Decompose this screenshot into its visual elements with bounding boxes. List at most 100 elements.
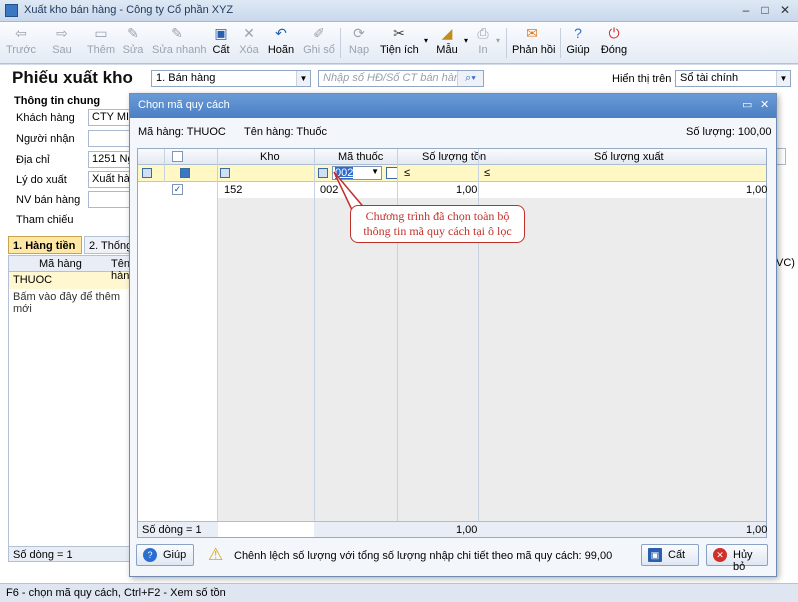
window-title: Xuất kho bán hàng - Công ty Cổ phần XYZ [24,4,234,16]
tools-dropdown-icon[interactable]: ▾ [422,36,430,45]
cell-export-qty: 1,00 [746,184,768,196]
table-row[interactable]: ✓ 152 002 1,00 1,00 [138,182,768,198]
general-section-title: Thông tin chung [14,95,101,107]
maximize-icon[interactable]: □ [757,3,773,17]
template-button[interactable]: ◢ Mẫu [434,25,460,56]
column-warehouse: Kho [260,151,280,163]
row-checkbox[interactable]: ✓ [172,184,183,195]
export-total: 1,00 [746,524,768,536]
warning-text: Chênh lệch số lượng với tổng số lượng nh… [234,550,613,562]
delete-button[interactable]: ✕ Xóa [236,25,262,56]
address-field[interactable]: 1251 Ngu [88,151,130,168]
help-icon: ? [143,548,157,562]
reference-label: Tham chiếu [16,214,74,226]
minimize-icon[interactable]: – [738,3,754,17]
tab-goods-money[interactable]: 1. Hàng tiền [8,236,82,254]
tools-icon: ✂ [393,25,405,41]
toolbar-divider [560,28,561,58]
arrow-right-icon: ⇨ [56,25,68,41]
goods-grid-header: Mã hàng Tên hàng [9,256,135,282]
goods-grid-footer: Số dòng = 1 [8,546,130,562]
dialog-cancel-button[interactable]: ✕ Hủy bỏ [706,544,768,573]
stock-filter-operator[interactable]: ≤ [404,167,410,179]
chevron-down-icon[interactable]: ▼ [296,71,310,86]
quick-edit-icon: ✎ [171,25,183,41]
close-window-icon[interactable]: ✕ [777,3,793,17]
receiver-label: Người nhận [16,133,75,145]
dialog-save-button[interactable]: ▣ Cất [641,544,699,566]
toolbar: ⇦ Trước ⇨ Sau ▭ Thêm ✎ Sửa ✎ Sửa nhanh ▣ Cất ✕… [0,22,798,64]
close-icon[interactable]: ✕ [760,98,769,111]
export-filter-operator[interactable]: ≤ [484,167,490,179]
print-dropdown-icon[interactable]: ▾ [494,36,502,45]
customer-field[interactable]: CTY MIN [88,109,130,126]
display-book-combo[interactable]: Sổ tài chính ▼ [675,70,791,87]
column-item-code: Mã hàng [39,258,82,270]
warning-icon: ⚠ [208,545,224,564]
dialog-titlebar: Chọn mã quy cách ▭ ✕ [130,94,776,118]
row-count: Số dòng = 1 [142,524,202,536]
page-title: Phiếu xuất kho [12,68,133,87]
template-dropdown-icon[interactable]: ▾ [462,36,470,45]
edit-icon: ✎ [127,25,139,41]
filter-icon[interactable] [318,168,328,178]
undo-button[interactable]: ↶ Hoãn [266,25,296,56]
feedback-button[interactable]: ✉ Phản hồi [512,25,555,56]
help-icon: ? [574,25,582,41]
arrow-left-icon: ⇦ [15,25,27,41]
salesperson-field[interactable] [88,191,130,208]
item-name-label: Tên hàng: Thuốc [244,126,327,138]
filter-icon[interactable] [220,168,230,178]
maximize-icon[interactable]: ▭ [742,98,752,111]
callout-annotation: Chương trình đã chọn toàn bộ thông tin m… [350,205,525,243]
close-icon: ⏻ [608,25,620,41]
help-button[interactable]: ? Giúp [566,25,590,56]
filter-icon[interactable] [142,168,152,178]
spec-grid-footer: Số dòng = 1 1,00 1,00 [138,521,768,537]
hidden-column-header: VC) [776,257,795,269]
receiver-field[interactable] [88,130,130,147]
save-icon: ▣ [214,25,228,41]
print-button[interactable]: ⎙ In [474,25,492,56]
add-button[interactable]: ▭ Thêm [86,25,116,56]
tools-button[interactable]: ✂ Tiện ích [380,25,419,56]
toolbar-divider [340,28,341,58]
cell-stock-qty: 1,00 [456,184,478,196]
edit-button[interactable]: ✎ Sửa [120,25,146,56]
next-button[interactable]: ⇨ Sau [48,25,76,56]
delete-icon: ✕ [243,25,255,41]
item-code-label: Mã hàng: THUOC [138,126,226,138]
invoice-search-input[interactable]: Nhập số HĐ/Số CT bán hàng ⌕▾ [318,70,484,87]
goods-grid: Mã hàng Tên hàng THUOC Bấm vào đây để thê… [8,255,135,562]
add-new-row[interactable]: Bấm vào đây để thêm mới [9,289,129,315]
save-icon: ▣ [648,548,662,562]
column-export-qty: Số lượng xuất [594,151,664,163]
undo-icon: ↶ [275,25,287,41]
reload-icon: ⟳ [353,25,365,41]
status-bar: F6 - chọn mã quy cách, Ctrl+F2 - Xem số … [0,583,798,602]
cancel-icon: ✕ [713,548,727,562]
post-button[interactable]: ✐ Ghi sổ [302,25,336,56]
reload-button[interactable]: ⟳ Nạp [346,25,372,56]
dialog-help-button[interactable]: ? Giúp [136,544,194,566]
select-all-checkbox[interactable] [172,151,183,162]
post-icon: ✐ [313,25,325,41]
close-button[interactable]: ⏻ Đóng [600,25,628,56]
save-button[interactable]: ▣ Cất [208,25,234,56]
voucher-type-combo[interactable]: 1. Bán hàng ▼ [151,70,311,87]
filter-row: 002 ▼ ≤ ≤ [138,165,766,182]
chevron-down-icon[interactable]: ▼ [776,71,790,86]
filter-icon[interactable] [180,168,190,178]
salesperson-label: NV bán hàng [16,194,81,206]
reason-label: Lý do xuất [16,174,67,186]
prev-button[interactable]: ⇦ Trước [6,25,36,56]
chevron-down-icon[interactable]: ▼ [371,167,379,176]
column-stock-qty: Số lượng tồn [422,151,487,163]
toolbar-divider [506,28,507,58]
app-icon [5,4,18,17]
quick-edit-button[interactable]: ✎ Sửa nhanh [152,25,206,56]
search-icon[interactable]: ⌕▾ [457,71,483,86]
stock-total: 1,00 [456,524,478,536]
reason-field[interactable]: Xuất hàng [88,171,130,188]
print-icon: ⎙ [477,25,489,41]
